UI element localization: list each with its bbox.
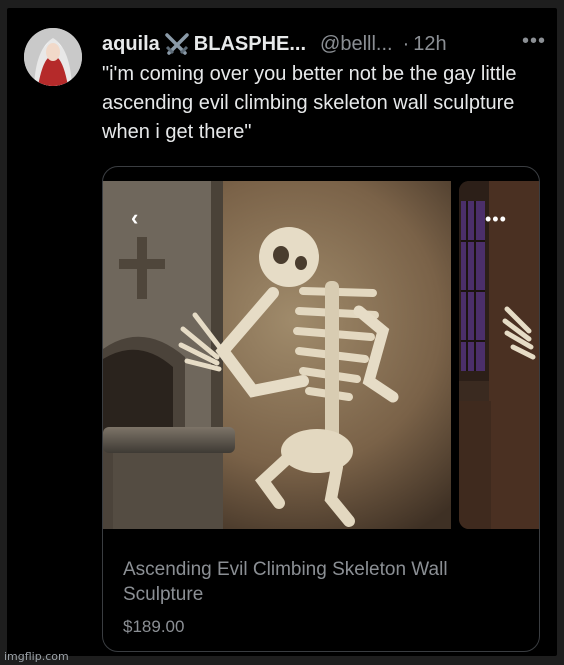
tweet-header: aquila BLASPHE... @belll... · 12h ••• [102, 30, 550, 58]
crossed-swords-icon [164, 32, 190, 56]
media-carousel[interactable]: ‹ ••• [103, 181, 539, 529]
more-horizontal-icon[interactable]: ••• [485, 209, 507, 230]
tweet-text: "i'm coming over you better not be the g… [102, 63, 517, 143]
watermark: imgflip.com [4, 650, 69, 663]
product-image[interactable]: ‹ [103, 181, 451, 529]
timestamp[interactable]: 12h [413, 33, 446, 56]
separator: · [402, 32, 410, 55]
display-name[interactable]: aquila [102, 33, 160, 56]
chevron-left-icon[interactable]: ‹ [131, 205, 138, 231]
product-card[interactable]: ‹ ••• Ascending Evil Climbing Skeleton W… [102, 166, 540, 652]
more-horizontal-icon[interactable]: ••• [522, 30, 546, 53]
product-image-secondary[interactable]: ••• [459, 181, 539, 529]
avatar-image [24, 28, 82, 86]
user-handle[interactable]: @belll... [320, 33, 393, 56]
product-price: $189.00 [123, 617, 185, 636]
display-name-suffix[interactable]: BLASPHE... [194, 33, 306, 56]
avatar[interactable] [24, 28, 82, 86]
product-title[interactable]: Ascending Evil Climbing Skeleton Wall Sc… [123, 557, 523, 607]
